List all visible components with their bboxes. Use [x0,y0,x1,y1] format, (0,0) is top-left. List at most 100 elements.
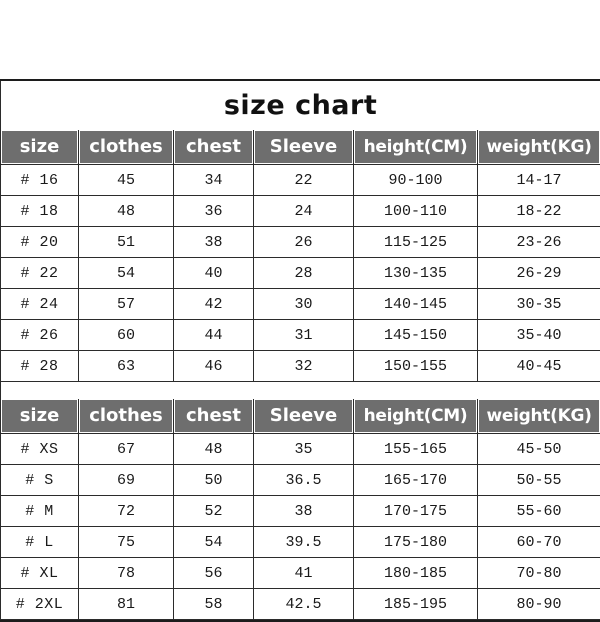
cell-height: 100-110 [354,196,478,227]
cell-size: # XS [1,434,79,465]
cell-chest: 52 [174,496,254,527]
adult-header-cell-height: height(CM) [354,399,478,434]
cell-chest: 58 [174,589,254,620]
adult-header-cell-size: size [1,399,79,434]
youth-header-cell-sleeve: Sleeve [254,130,354,165]
cell-size: # 16 [1,165,79,196]
cell-weight: 23-26 [478,227,600,258]
cell-weight: 50-55 [478,465,600,496]
cell-size: # 26 [1,320,79,351]
cell-clothes: 63 [79,351,174,382]
column-header-clothes: clothes [80,400,172,432]
cell-chest: 48 [174,434,254,465]
cell-clothes: 78 [79,558,174,589]
cell-size: # 20 [1,227,79,258]
page-title: size chart [1,81,600,130]
cell-height: 155-165 [354,434,478,465]
table-row: # XL 78 56 41 180-185 70-80 [1,558,600,589]
cell-size: # 22 [1,258,79,289]
cell-sleeve: 30 [254,289,354,320]
cell-weight: 45-50 [478,434,600,465]
cell-height: 130-135 [354,258,478,289]
cell-size: # 28 [1,351,79,382]
table-row: # 28 63 46 32 150-155 40-45 [1,351,600,382]
cell-sleeve: 26 [254,227,354,258]
cell-size: # 18 [1,196,79,227]
size-chart-container: size chart size clothes chest Sleeve [0,79,600,622]
cell-sleeve: 28 [254,258,354,289]
column-header-weight: weight(KG) [479,131,599,163]
cell-chest: 36 [174,196,254,227]
chart-title-row: size chart [1,81,600,130]
size-chart-table: size chart size clothes chest Sleeve [0,81,600,620]
cell-size: # 24 [1,289,79,320]
cell-chest: 50 [174,465,254,496]
table-row: # 22 54 40 28 130-135 26-29 [1,258,600,289]
cell-height: 180-185 [354,558,478,589]
cell-height: 150-155 [354,351,478,382]
column-header-size: size [2,400,77,432]
column-header-sleeve: Sleeve [255,131,352,163]
cell-height: 170-175 [354,496,478,527]
cell-clothes: 51 [79,227,174,258]
cell-clothes: 81 [79,589,174,620]
table-row: # 2XL 81 58 42.5 185-195 80-90 [1,589,600,620]
cell-weight: 26-29 [478,258,600,289]
cell-weight: 14-17 [478,165,600,196]
cell-weight: 55-60 [478,496,600,527]
cell-weight: 70-80 [478,558,600,589]
cell-weight: 40-45 [478,351,600,382]
cell-height: 175-180 [354,527,478,558]
cell-sleeve: 39.5 [254,527,354,558]
youth-header-cell-weight: weight(KG) [478,130,600,165]
cell-weight: 60-70 [478,527,600,558]
cell-sleeve: 31 [254,320,354,351]
cell-chest: 44 [174,320,254,351]
cell-size: # L [1,527,79,558]
cell-chest: 38 [174,227,254,258]
adult-header-cell-clothes: clothes [79,399,174,434]
cell-clothes: 57 [79,289,174,320]
column-header-chest: chest [175,131,252,163]
table-row: # 26 60 44 31 145-150 35-40 [1,320,600,351]
cell-clothes: 75 [79,527,174,558]
adult-header-cell-sleeve: Sleeve [254,399,354,434]
cell-chest: 46 [174,351,254,382]
youth-header-cell-height: height(CM) [354,130,478,165]
column-header-height: height(CM) [355,400,476,432]
adult-header-cell-weight: weight(KG) [478,399,600,434]
size-chart-body: size chart size clothes chest Sleeve [1,81,600,620]
table-row: # XS 67 48 35 155-165 45-50 [1,434,600,465]
cell-clothes: 69 [79,465,174,496]
cell-height: 90-100 [354,165,478,196]
column-header-weight: weight(KG) [479,400,599,432]
cell-sleeve: 38 [254,496,354,527]
cell-sleeve: 42.5 [254,589,354,620]
table-row: # 16 45 34 22 90-100 14-17 [1,165,600,196]
table-row: # 18 48 36 24 100-110 18-22 [1,196,600,227]
cell-clothes: 60 [79,320,174,351]
table-row: # S 69 50 36.5 165-170 50-55 [1,465,600,496]
column-header-height: height(CM) [355,131,476,163]
cell-chest: 56 [174,558,254,589]
youth-header-cell-chest: chest [174,130,254,165]
cell-chest: 42 [174,289,254,320]
cell-sleeve: 22 [254,165,354,196]
adult-header-row: size clothes chest Sleeve height(CM) [1,399,600,434]
youth-header-row: size clothes chest Sleeve height(CM) [1,130,600,165]
cell-clothes: 67 [79,434,174,465]
cell-weight: 35-40 [478,320,600,351]
cell-size: # 2XL [1,589,79,620]
cell-sleeve: 32 [254,351,354,382]
cell-sleeve: 24 [254,196,354,227]
cell-weight: 30-35 [478,289,600,320]
column-header-sleeve: Sleeve [255,400,352,432]
cell-size: # M [1,496,79,527]
cell-height: 115-125 [354,227,478,258]
cell-chest: 40 [174,258,254,289]
table-row: # 20 51 38 26 115-125 23-26 [1,227,600,258]
cell-height: 140-145 [354,289,478,320]
adult-header-cell-chest: chest [174,399,254,434]
cell-weight: 18-22 [478,196,600,227]
cell-clothes: 45 [79,165,174,196]
